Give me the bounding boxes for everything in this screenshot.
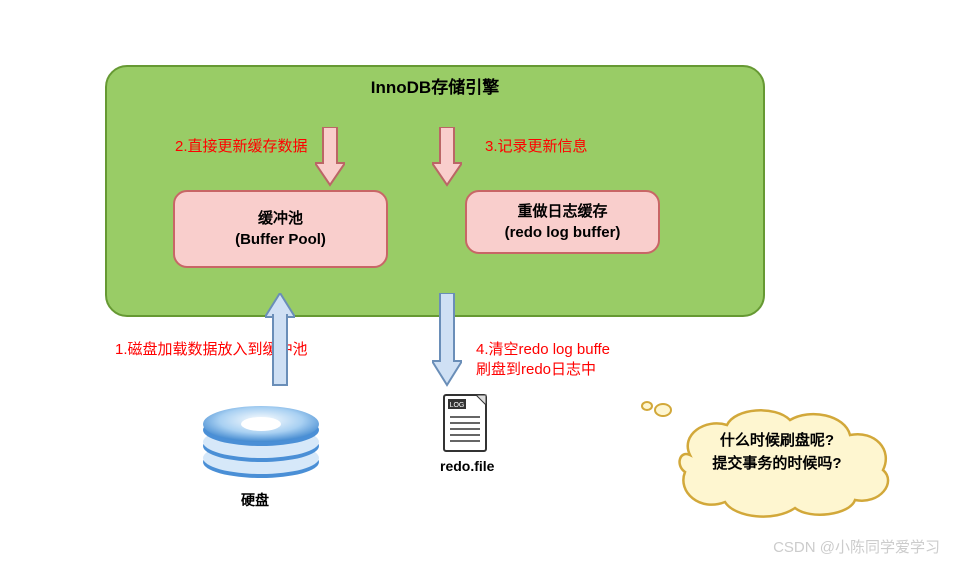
watermark: CSDN @小陈同学爱学习	[773, 536, 940, 557]
step-4-label-b: 刷盘到redo日志中	[476, 358, 596, 379]
cloud-text: 什么时候刷盘呢? 提交事务的时候吗?	[702, 430, 852, 475]
step-2-label: 2.直接更新缓存数据	[175, 135, 308, 156]
disk-icon	[191, 390, 331, 490]
arrow-step3-icon	[432, 127, 462, 187]
redo-buffer-line1: 重做日志缓存	[517, 201, 607, 222]
arrow-step4-icon	[432, 293, 462, 388]
cloud-line1: 什么时候刷盘呢?	[702, 430, 852, 453]
step-4-label-a: 4.清空redo log buffe	[476, 338, 610, 359]
buffer-pool-line1: 缓冲池	[258, 208, 303, 229]
redo-buffer-line2: (redo log buffer)	[505, 222, 621, 243]
buffer-pool-box: 缓冲池 (Buffer Pool)	[173, 190, 388, 268]
log-file-icon: LOG	[440, 393, 490, 460]
diagram-title: InnoDB存储引擎	[105, 73, 765, 98]
step-3-label: 3.记录更新信息	[485, 135, 588, 156]
svg-text:LOG: LOG	[450, 402, 465, 409]
redo-log-buffer-box: 重做日志缓存 (redo log buffer)	[465, 190, 660, 254]
arrow-step2-icon	[315, 127, 345, 187]
disk-label: 硬盘	[241, 490, 269, 510]
redo-file-label: redo.file	[440, 458, 494, 474]
cloud-line2: 提交事务的时候吗?	[702, 453, 852, 476]
buffer-pool-line2: (Buffer Pool)	[235, 229, 326, 250]
arrow-step1-icon	[265, 293, 295, 393]
